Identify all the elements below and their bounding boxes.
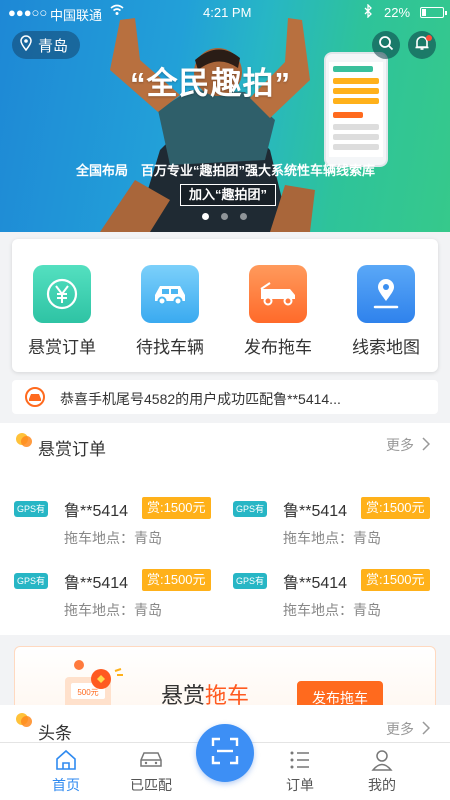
unread-dot — [426, 35, 432, 41]
tab-label: 订单 — [286, 777, 314, 793]
city-selector[interactable]: 青岛 — [12, 31, 81, 59]
clock: 4:21 PM — [203, 5, 252, 20]
user-icon — [369, 747, 395, 773]
more-link[interactable]: 更多 — [386, 719, 431, 739]
reward-badge: 赏:1500元 — [142, 497, 211, 519]
section-title: 头条 — [38, 724, 72, 743]
menu-publish-tow[interactable]: 发布拖车 — [228, 265, 328, 358]
banner-title: “全民趣拍” — [130, 66, 291, 101]
tab-profile[interactable]: 我的 — [342, 743, 422, 800]
tow-location: 拖车地点：青岛 — [64, 530, 162, 546]
tow-truck-icon — [249, 265, 307, 323]
order-card[interactable]: GPS有 鲁**5414 赏:1500元 拖车地点：青岛 — [233, 567, 443, 627]
tab-label: 我的 — [368, 777, 396, 793]
order-card[interactable]: GPS有 鲁**5414 赏:1500元 拖车地点：青岛 — [14, 495, 224, 555]
section-header: 悬赏订单 更多 — [0, 423, 450, 463]
more-label: 更多 — [386, 437, 414, 453]
section-bullet-icon — [16, 713, 32, 727]
tab-orders[interactable]: 订单 — [260, 743, 340, 800]
reward-badge: 赏:1500元 — [361, 497, 430, 519]
section-bullet-icon — [16, 433, 32, 447]
more-link[interactable]: 更多 — [386, 435, 431, 455]
tab-home[interactable]: 首页 — [26, 743, 106, 800]
reward-orders-section: 悬赏订单 更多 GPS有 鲁**5414 赏:1500元 拖车地点：青岛 GPS… — [0, 423, 450, 635]
home-icon — [53, 747, 79, 773]
carousel-dots — [202, 213, 247, 220]
menu-label: 悬赏订单 — [28, 338, 96, 357]
map-pin-icon — [357, 265, 415, 323]
search-button[interactable] — [372, 31, 400, 59]
app-screen: ●●●○○ 中国联通 4:21 PM 22% 青岛 “全民趣拍” 全国布局 百万… — [0, 0, 450, 800]
carousel-dot[interactable] — [240, 213, 247, 220]
battery-icon — [420, 7, 447, 18]
location-pin-icon — [20, 35, 32, 55]
menu-label: 线索地图 — [352, 338, 420, 357]
menu-label: 待找车辆 — [136, 338, 204, 357]
phone-mockup — [324, 52, 388, 167]
notification-button[interactable] — [408, 31, 436, 59]
hero-banner[interactable]: ●●●○○ 中国联通 4:21 PM 22% 青岛 “全民趣拍” 全国布局 百万… — [0, 0, 450, 232]
plate-number: 鲁**5414 — [283, 575, 348, 592]
signal-strength: ●●●○○ — [8, 5, 48, 20]
yuan-coin-icon — [33, 265, 91, 323]
gps-badge: GPS有 — [233, 573, 268, 589]
city-name: 青岛 — [38, 37, 69, 55]
wifi-icon — [110, 4, 124, 19]
join-team-button[interactable]: 加入“趣拍团” — [180, 184, 277, 206]
car-alert-icon — [24, 387, 46, 412]
chevron-right-icon — [422, 720, 431, 738]
tow-location: 拖车地点：青岛 — [64, 602, 162, 618]
gps-badge: GPS有 — [233, 501, 268, 517]
more-label: 更多 — [386, 721, 414, 737]
chevron-right-icon — [422, 436, 431, 454]
notice-bar[interactable]: 恭喜手机尾号4582的用户成功匹配鲁**5414... — [12, 380, 438, 414]
car-outline-icon — [138, 747, 164, 773]
battery-percent: 22% — [384, 5, 411, 20]
carousel-dot[interactable] — [221, 213, 228, 220]
gps-badge: GPS有 — [14, 501, 49, 517]
menu-reward-orders[interactable]: 悬赏订单 — [12, 265, 112, 358]
section-title: 悬赏订单 — [38, 440, 106, 459]
reward-badge: 赏:1500元 — [361, 569, 430, 591]
tow-location: 拖车地点：青岛 — [283, 530, 381, 546]
promo-area: 500元 悬赏拖车 发布拖车 — [0, 635, 450, 726]
plate-number: 鲁**5414 — [64, 575, 129, 592]
order-card[interactable]: GPS有 鲁**5414 赏:1500元 拖车地点：青岛 — [233, 495, 443, 555]
bluetooth-icon — [364, 3, 373, 21]
coupon-amount-label: 500元 — [77, 688, 98, 697]
gps-badge: GPS有 — [14, 573, 49, 589]
order-card[interactable]: GPS有 鲁**5414 赏:1500元 拖车地点：青岛 — [14, 567, 224, 627]
tab-label: 首页 — [52, 777, 80, 793]
tab-label: 已匹配 — [130, 777, 172, 793]
menu-find-vehicle[interactable]: 待找车辆 — [120, 265, 220, 358]
scan-button[interactable] — [196, 724, 254, 782]
plate-number: 鲁**5414 — [64, 503, 129, 520]
menu-label: 发布拖车 — [244, 338, 312, 357]
reward-badge: 赏:1500元 — [142, 569, 211, 591]
scan-icon — [211, 737, 239, 770]
list-icon — [287, 747, 313, 773]
status-bar: ●●●○○ 中国联通 4:21 PM 22% — [0, 0, 450, 24]
tab-matched[interactable]: 已匹配 — [111, 743, 191, 800]
menu-clue-map[interactable]: 线索地图 — [336, 265, 436, 358]
search-icon — [378, 35, 394, 56]
car-icon — [141, 265, 199, 323]
plate-number: 鲁**5414 — [283, 503, 348, 520]
tow-location: 拖车地点：青岛 — [283, 602, 381, 618]
quick-menu: 悬赏订单 待找车辆 发布拖车 线索地图 — [12, 239, 438, 372]
carousel-dot[interactable] — [202, 213, 209, 220]
notice-text: 恭喜手机尾号4582的用户成功匹配鲁**5414... — [60, 391, 341, 407]
banner-subtitle: 全国布局 百万专业“趣拍团”强大系统性车辆线索库 — [76, 163, 376, 178]
carrier-name: 中国联通 — [50, 8, 103, 23]
